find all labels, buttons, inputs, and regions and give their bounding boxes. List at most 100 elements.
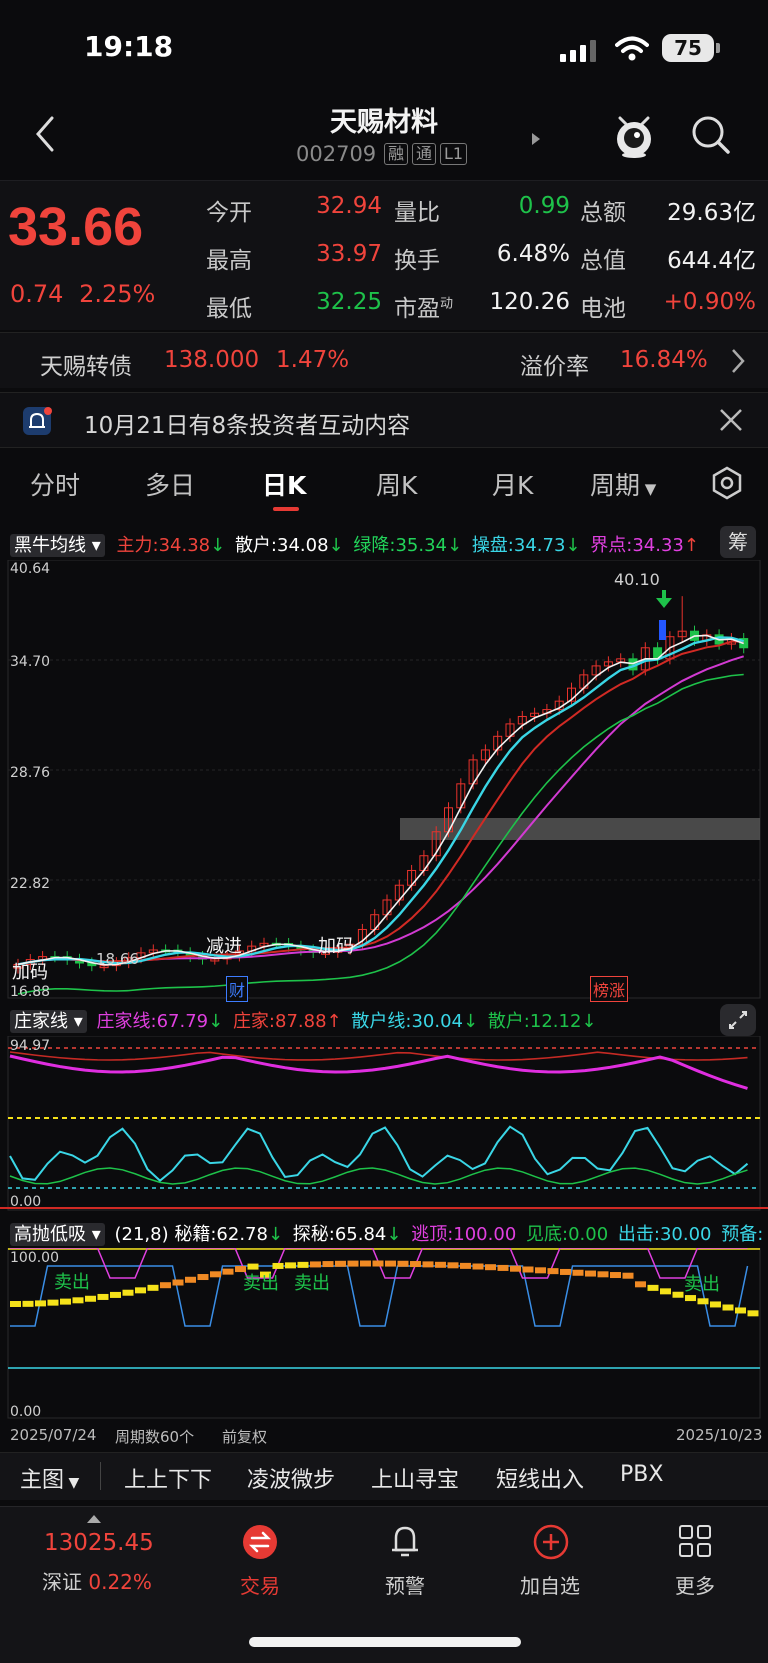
signal-block [10,1301,21,1307]
index-value[interactable]: 13025.45 [44,1530,154,1556]
signal-block [560,1268,571,1275]
ind3-attack: 出击:30.00 [617,1224,712,1245]
ind3-escape-top: 逃顶:100.00 [411,1224,517,1245]
nav-add-watchlist[interactable]: 加自选 [500,1570,600,1599]
signal-block [735,1307,746,1314]
alert-bell-icon[interactable] [388,1522,422,1560]
tab-weekly-k[interactable]: 周K [376,466,417,502]
signal-block [197,1274,209,1281]
change-percent: 2.25% [79,280,156,308]
market-cap-value: 644.4亿 [667,248,756,274]
signal-block [435,1261,446,1268]
nav-more[interactable]: 更多 [645,1570,745,1599]
pe-label: 市盈动 [394,296,454,322]
ind2-ytop: 94.97 [10,1038,51,1054]
subtab-shortline[interactable]: 短线出入 [496,1462,584,1494]
price-change: 0.74 2.25% [10,280,155,308]
rank-badge[interactable]: 榜涨 [590,976,629,1002]
signal-block [72,1297,84,1304]
ind2-retail: 散户:12.12↓ [487,1011,597,1032]
index-name-pct[interactable]: 深证 0.22% [42,1566,152,1595]
battery-indicator: 75 [662,34,714,62]
sell-mark-3: 卖出 [294,1273,330,1294]
sector-link[interactable]: 电池 [580,289,626,323]
signal-block [485,1264,496,1271]
ind3-ytop: 100.00 [10,1250,59,1266]
main-indicator-select[interactable]: 黑牛均线 ▾ [10,534,105,557]
signal-block [547,1268,559,1275]
financial-badge[interactable]: 财 [226,976,249,1002]
low-label: 最低 [206,296,252,322]
signal-block [422,1261,434,1268]
tab-period[interactable]: 周期 ▼ [590,466,656,502]
ind3-explore: 探秘:65.84↓ [292,1224,402,1245]
ind3-ybot: 0.00 [10,1404,42,1420]
signal-block [110,1291,121,1298]
tab-daily-k[interactable]: 日K [262,466,306,502]
signal-block [322,1261,334,1268]
signal-block [410,1261,421,1268]
signal-block [60,1298,71,1305]
signal-block [460,1262,471,1269]
tab-monthly-k[interactable]: 月K [492,466,533,502]
high-low-chart[interactable] [0,1248,768,1420]
add-watchlist-icon[interactable] [533,1524,569,1560]
signal-block [497,1264,509,1271]
pe-value: 120.26 [489,289,570,315]
battery-nub [716,43,720,53]
chip-distribution-button[interactable]: 筹 [720,526,756,558]
bond-price: 138.000 [164,347,260,373]
signal-block [447,1262,459,1269]
ind2-select[interactable]: 庄家线 ▾ [10,1010,87,1033]
signal-block [585,1270,596,1277]
kline-chart[interactable] [0,560,768,1000]
tab-multi-day[interactable]: 多日 [145,466,195,502]
more-grid-icon[interactable] [678,1524,712,1558]
subtab-lingbo[interactable]: 凌波微步 [247,1462,335,1494]
signal-block [610,1272,621,1279]
signal-block [210,1271,221,1278]
axis-adjust-mode[interactable]: 前复权 [222,1426,267,1447]
volume-ratio-value: 0.99 [518,193,570,219]
mascot-icon[interactable] [612,112,656,158]
ind2-dealer: 庄家:87.88↑ [232,1011,342,1032]
search-icon[interactable] [690,114,732,156]
next-stock-icon[interactable] [530,132,542,146]
chart-settings-icon[interactable] [710,466,744,500]
sell-mark-4: 卖出 [684,1274,720,1295]
subtab-pbx[interactable]: PBX [620,1462,663,1487]
low-value: 32.25 [316,289,382,315]
signal-block [572,1269,584,1276]
signal-block [172,1279,184,1286]
signal-block [397,1260,409,1267]
signal-block [47,1299,59,1306]
subtab-treasure[interactable]: 上山寻宝 [371,1462,459,1494]
ind3-select[interactable]: 高抛低吸 ▾ [10,1223,105,1246]
market-cap-label: 总值 [580,248,626,274]
dealer-line-chart[interactable] [0,1036,768,1212]
subtab-main-chart[interactable]: 主图 ▼ [20,1462,79,1494]
chevron-right-icon[interactable] [730,347,746,375]
trade-icon[interactable] [242,1524,278,1560]
ind-boundary: 界点:34.33↑ [590,535,699,556]
signal-block [35,1300,46,1307]
subtab-updown[interactable]: 上上下下 [124,1462,212,1494]
ind3-bar: 高抛低吸 ▾ (21,8) 秘籍:62.78↓ 探秘:65.84↓ 逃顶:100… [10,1220,766,1246]
signal-block [372,1260,384,1267]
tab-intraday[interactable]: 分时 [30,466,80,502]
premium-label: 溢价率 [520,354,589,380]
signal-block [310,1261,321,1268]
signal-block [147,1284,159,1291]
nav-alert[interactable]: 预警 [355,1570,455,1599]
pe-dynamic-sup: 动 [440,296,454,312]
cellular-signal-icon [560,40,596,62]
nav-trade[interactable]: 交易 [210,1570,310,1599]
ind3-prepare: 预备: [721,1224,764,1245]
expand-icon[interactable] [720,1004,756,1036]
ytick-4: 22.82 [10,876,51,892]
turnover-amount-label: 总额 [580,200,626,226]
close-icon[interactable] [718,407,744,433]
ytick-2: 34.70 [10,654,51,670]
caret-up-icon[interactable] [86,1514,102,1524]
signal-block [710,1301,721,1308]
